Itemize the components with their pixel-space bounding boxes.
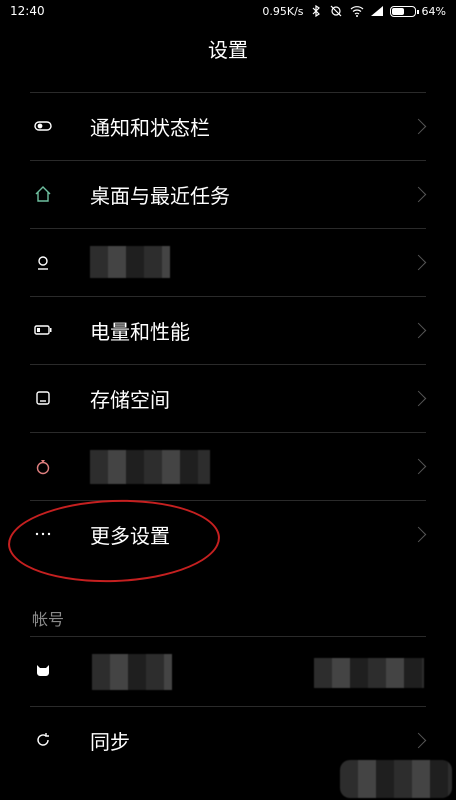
chevron-right-icon — [410, 118, 427, 134]
chevron-right-icon — [410, 390, 427, 406]
status-time: 12:40 — [10, 4, 45, 18]
section-label-account: 帐号 — [32, 610, 65, 629]
status-battery: 64% — [421, 4, 446, 18]
blurred-watermark — [340, 760, 452, 798]
settings-item-label: 存储空间 — [90, 387, 170, 412]
settings-item-label: 电量和性能 — [90, 319, 190, 344]
person-icon — [34, 253, 52, 271]
settings-item-storage[interactable]: 存储空间 — [0, 364, 456, 432]
status-right: 0.95K/s 64% — [262, 5, 446, 18]
account-row[interactable] — [0, 636, 456, 704]
status-bar: 12:40 0.95K/s 64% — [0, 0, 456, 22]
blurred-account-name — [92, 654, 172, 690]
chevron-right-icon — [410, 732, 427, 748]
storage-icon — [34, 389, 52, 407]
chevron-right-icon — [410, 458, 427, 474]
settings-item-label: 同步 — [90, 729, 130, 754]
settings-item-label: 通知和状态栏 — [90, 115, 210, 140]
chevron-right-icon — [410, 254, 427, 270]
settings-item-label: 桌面与最近任务 — [90, 183, 230, 208]
home-icon — [34, 185, 52, 203]
blurred-label — [90, 246, 170, 278]
battery-icon — [389, 5, 419, 17]
settings-item-account-hidden[interactable] — [0, 228, 456, 296]
ring-icon — [34, 457, 52, 475]
status-speed: 0.95K/s — [262, 4, 304, 18]
settings-list: 通知和状态栏 桌面与最近任务 电量和性能 存储空间 更多设置 — [0, 92, 456, 568]
chevron-right-icon — [410, 526, 427, 542]
chevron-right-icon — [410, 186, 427, 202]
sync-icon — [34, 731, 52, 749]
toggle-icon — [34, 117, 52, 135]
settings-item-notifications[interactable]: 通知和状态栏 — [0, 92, 456, 160]
blurred-account-id — [314, 658, 424, 688]
wifi-icon — [350, 5, 364, 17]
settings-item-battery[interactable]: 电量和性能 — [0, 296, 456, 364]
settings-item-desktop[interactable]: 桌面与最近任务 — [0, 160, 456, 228]
battery-outline-icon — [34, 321, 52, 339]
alarm-off-icon — [330, 5, 344, 17]
page-title: 设置 — [208, 38, 248, 62]
bluetooth-icon — [310, 4, 324, 18]
mi-account-icon — [34, 661, 52, 679]
signal-icon — [370, 5, 384, 17]
blurred-label — [90, 450, 210, 484]
settings-item-hidden-2[interactable] — [0, 432, 456, 500]
chevron-right-icon — [410, 322, 427, 338]
